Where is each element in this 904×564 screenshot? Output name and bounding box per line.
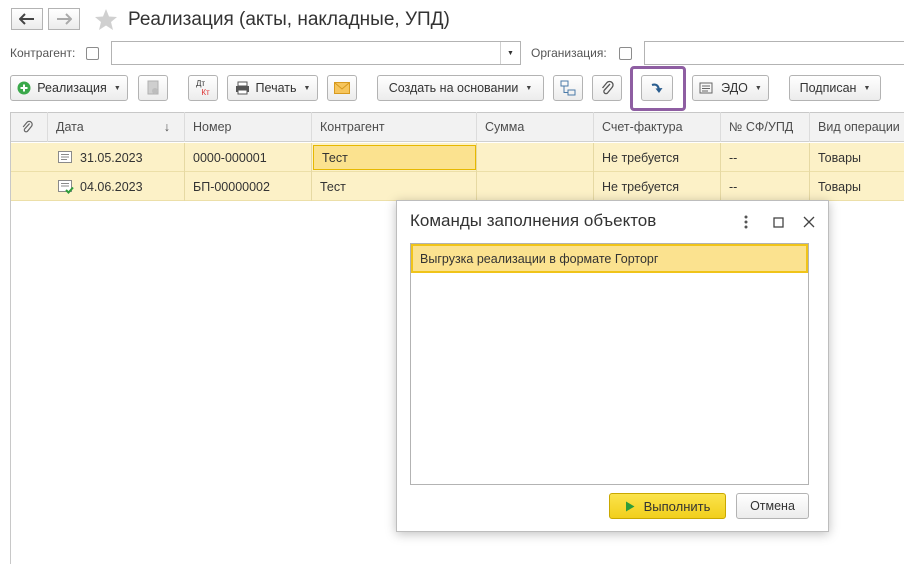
cancel-label: Отмена [750, 499, 795, 513]
printer-icon [235, 81, 249, 95]
list-item[interactable]: Выгрузка реализации в формате Горторг [411, 244, 808, 273]
commands-list: Выгрузка реализации в формате Горторг [410, 243, 809, 485]
column-divider [720, 143, 721, 201]
cell-sum [477, 172, 485, 201]
chevron-down-icon: ▼ [525, 84, 533, 92]
counterparty-checkbox[interactable] [86, 47, 99, 60]
create-realization-label: Реализация [37, 81, 107, 95]
column-header-date[interactable]: Дата ↓ [48, 112, 185, 142]
table-row[interactable]: 31.05.2023 0000-000001 Тест Не требуется… [11, 143, 904, 172]
sort-down-icon: ↓ [163, 120, 170, 134]
cell-operation: Товары [818, 150, 861, 165]
column-divider [184, 143, 185, 201]
structure-button[interactable] [553, 75, 583, 101]
edo-label: ЭДО [721, 81, 748, 95]
print-label: Печать [255, 81, 297, 95]
paperclip-icon [22, 120, 33, 133]
chevron-down-icon: ▼ [754, 84, 762, 92]
copy-document-button[interactable] [138, 75, 168, 101]
cell-sum [477, 143, 485, 172]
edo-icon [699, 82, 713, 94]
column-header-invoice[interactable]: Счет-фактура [594, 112, 721, 142]
cell-sf-number: -- [729, 179, 738, 194]
counterparty-field[interactable]: ▼ [111, 41, 521, 65]
paperclip-icon [601, 80, 614, 95]
document-posted-icon [58, 151, 72, 163]
table-row[interactable]: 04.06.2023 БП-00000002 Тест Не требуется… [11, 172, 904, 201]
column-divider [593, 143, 594, 201]
counterparty-dropdown-button[interactable]: ▼ [500, 42, 520, 64]
column-header-operation[interactable]: Вид операции [810, 112, 904, 142]
column-header-sf-number[interactable]: № СФ/УПД [721, 112, 810, 142]
create-realization-button[interactable]: Реализация ▼ [10, 75, 128, 101]
maximize-icon[interactable] [769, 213, 787, 231]
column-divider [476, 143, 477, 201]
print-button[interactable]: Печать ▼ [227, 75, 318, 101]
close-icon[interactable] [800, 213, 818, 231]
dt-kt-button[interactable]: Дт Кт [188, 75, 218, 101]
cell-invoice: Не требуется [602, 179, 680, 194]
play-icon [625, 501, 635, 511]
attach-file-button[interactable] [592, 75, 622, 101]
run-button[interactable]: Выполнить [609, 493, 726, 519]
arrow-right-icon [57, 13, 72, 25]
cell-date: 04.06.2023 [80, 179, 143, 194]
kt-label: Кт [201, 88, 210, 97]
dt-label: Дт [195, 79, 206, 88]
column-divider [311, 143, 312, 201]
column-header-number[interactable]: Номер [185, 112, 312, 142]
cancel-button[interactable]: Отмена [736, 493, 809, 519]
cell-number: 0000-000001 [193, 150, 267, 165]
email-button[interactable] [327, 75, 357, 101]
edo-button[interactable]: ЭДО ▼ [692, 75, 769, 101]
favorite-star-icon[interactable] [94, 8, 118, 34]
column-divider [809, 143, 810, 201]
cell-counterparty: Тест [320, 179, 346, 194]
create-based-on-button[interactable]: Создать на основании ▼ [377, 75, 544, 101]
cell-operation: Товары [818, 179, 861, 194]
more-menu-icon[interactable] [737, 213, 755, 231]
column-header-counterparty[interactable]: Контрагент [312, 112, 477, 142]
signed-label: Подписан [799, 81, 857, 95]
counterparty-label: Контрагент: [10, 46, 76, 60]
organization-checkbox[interactable] [619, 47, 632, 60]
column-header-date-label: Дата [56, 120, 84, 134]
attachment-column-header[interactable] [11, 112, 48, 142]
envelope-icon [334, 82, 350, 94]
chevron-down-icon: ▼ [113, 84, 121, 92]
organization-label: Организация: [531, 46, 607, 60]
create-based-on-label: Создать на основании [388, 81, 519, 95]
dialog-title: Команды заполнения объектов [410, 211, 657, 230]
back-button[interactable] [11, 8, 43, 30]
cell-date: 31.05.2023 [80, 150, 143, 165]
signed-filter-button[interactable]: Подписан ▼ [789, 75, 881, 101]
run-label: Выполнить [643, 498, 711, 514]
fill-commands-button[interactable] [641, 75, 673, 101]
chevron-down-icon: ▼ [303, 84, 311, 92]
cell-counterparty[interactable]: Тест [313, 145, 476, 170]
hierarchy-icon [560, 80, 576, 96]
document-icon [147, 80, 159, 95]
column-header-sum[interactable]: Сумма [477, 112, 594, 142]
fill-commands-dialog: Команды заполнения объектов Выгрузка реа… [396, 200, 829, 532]
cell-invoice: Не требуется [602, 150, 680, 165]
arrow-left-icon [19, 13, 34, 25]
plus-circle-icon [17, 81, 31, 95]
cell-sf-number: -- [729, 150, 738, 165]
cell-number: БП-00000002 [193, 179, 270, 194]
page-title: Реализация (акты, накладные, УПД) [128, 9, 450, 30]
chevron-down-icon: ▼ [863, 84, 871, 92]
curved-arrow-icon [651, 83, 663, 93]
organization-field[interactable] [644, 41, 904, 65]
forward-button[interactable] [48, 8, 80, 30]
